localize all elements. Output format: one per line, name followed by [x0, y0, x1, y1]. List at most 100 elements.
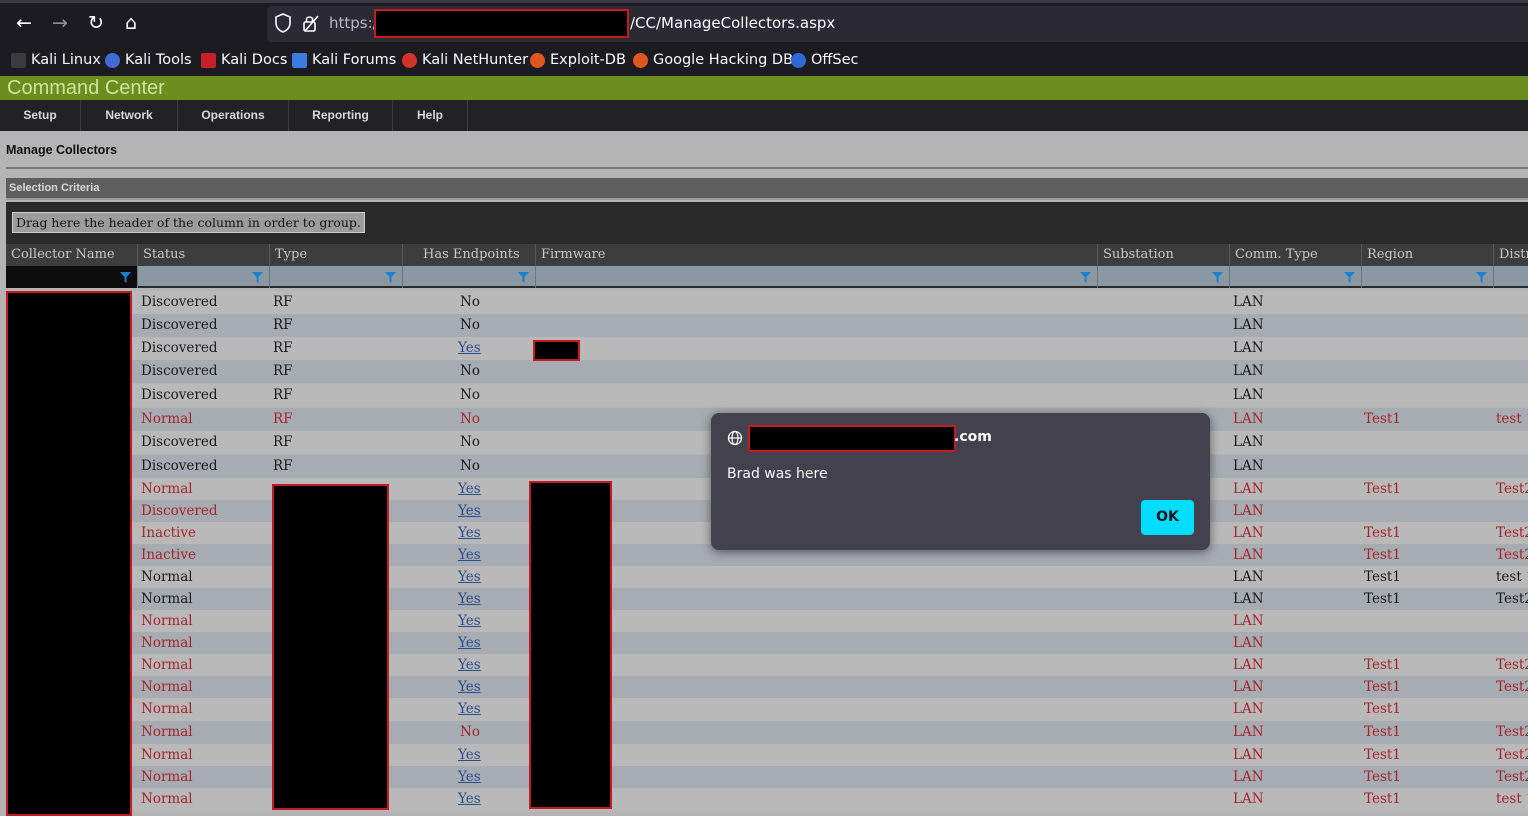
cell-endpoints[interactable]: Yes — [458, 569, 481, 585]
app-title: Command Center — [7, 77, 165, 99]
table-row[interactable]: Normal Yes LAN Test1 Test2 — [6, 588, 1528, 611]
table-row[interactable]: Normal No LAN Test1 Test2 — [6, 721, 1528, 744]
bookmark-google-hacking-db[interactable]: Google Hacking DB — [633, 50, 793, 70]
col-substation[interactable]: Substation — [1098, 244, 1230, 266]
cell-status: Discovered — [141, 434, 218, 450]
cell-type: RF — [273, 340, 293, 356]
cell-status: Normal — [141, 769, 193, 785]
bookmark-kali-linux[interactable]: Kali Linux — [11, 50, 101, 70]
table-row[interactable]: Discovered RF No LAN — [6, 360, 1528, 383]
cell-endpoints[interactable]: Yes — [458, 525, 481, 541]
selection-criteria-bar[interactable]: Selection Criteria — [6, 178, 1528, 200]
shield-icon[interactable] — [275, 13, 291, 33]
filter-cell-type[interactable] — [270, 266, 403, 288]
filter-cell-comm-type[interactable] — [1230, 266, 1362, 288]
filter-icon[interactable] — [1476, 272, 1487, 283]
forward-icon[interactable]: → — [47, 10, 73, 36]
col-comm-type[interactable]: Comm. Type — [1230, 244, 1362, 266]
bookmark-kali-docs[interactable]: Kali Docs — [201, 50, 287, 70]
cell-endpoints[interactable]: Yes — [458, 791, 481, 807]
table-row[interactable]: Discovered RF No LAN — [6, 314, 1528, 337]
cell-endpoints[interactable]: Yes — [458, 769, 481, 785]
filter-icon[interactable] — [120, 272, 131, 283]
kali-docs-icon — [201, 52, 216, 68]
filter-cell-has-endpoints[interactable] — [403, 266, 536, 288]
table-row[interactable]: Discovered RF No LAN — [6, 291, 1528, 314]
group-drop-zone[interactable]: Drag here the header of the column in or… — [6, 202, 1528, 244]
cell-region: Test1 — [1364, 481, 1401, 497]
redacted-origin — [748, 425, 956, 452]
back-icon[interactable]: ← — [11, 10, 37, 36]
filter-icon[interactable] — [385, 272, 396, 283]
filter-cell-firmware[interactable] — [536, 266, 1098, 288]
cell-endpoints[interactable]: Yes — [458, 591, 481, 607]
cell-endpoints[interactable]: Yes — [458, 657, 481, 673]
cell-endpoints[interactable]: Yes — [458, 747, 481, 763]
filter-icon[interactable] — [1344, 272, 1355, 283]
cell-endpoints[interactable]: Yes — [458, 340, 481, 356]
filter-row — [6, 266, 1528, 288]
bookmark-exploit-db[interactable]: Exploit-DB — [530, 50, 626, 70]
menu-reporting[interactable]: Reporting — [289, 100, 393, 131]
table-row[interactable]: Normal Yes LAN Test1 test 1 — [6, 566, 1528, 589]
menu-network[interactable]: Network — [81, 100, 178, 131]
table-row[interactable]: Normal Yes LAN Test1 Test2 — [6, 676, 1528, 699]
menu-setup[interactable]: Setup — [0, 100, 81, 131]
home-icon[interactable]: ⌂ — [118, 10, 144, 36]
cell-status: Normal — [141, 569, 193, 585]
cell-district: test 1 — [1496, 791, 1528, 807]
ok-button[interactable]: OK — [1141, 500, 1194, 535]
cell-endpoints[interactable]: Yes — [458, 635, 481, 651]
bookmark-offsec[interactable]: OffSec — [791, 50, 859, 70]
table-row[interactable]: Normal Yes LAN — [6, 610, 1528, 633]
filter-cell-collector-name[interactable] — [6, 266, 138, 288]
cell-endpoints[interactable]: Yes — [458, 481, 481, 497]
table-row[interactable]: Normal Yes LAN Test1 Test2 — [6, 766, 1528, 789]
table-row[interactable]: Normal Yes LAN Test1 test 1 — [6, 788, 1528, 811]
filter-cell-district[interactable] — [1494, 266, 1528, 288]
filter-cell-status[interactable] — [138, 266, 270, 288]
filter-icon[interactable] — [1212, 272, 1223, 283]
cell-endpoints[interactable]: Yes — [458, 613, 481, 629]
cell-status: Normal — [141, 791, 193, 807]
col-collector-name[interactable]: Collector Name — [6, 244, 138, 266]
col-status[interactable]: Status — [138, 244, 270, 266]
cell-endpoints[interactable]: Yes — [458, 547, 481, 563]
bookmark-kali-forums[interactable]: Kali Forums — [292, 50, 396, 70]
table-row[interactable]: Normal Yes LAN — [6, 632, 1528, 655]
tab-strip-edge — [0, 0, 1528, 3]
cell-district: Test2 — [1496, 481, 1528, 497]
filter-icon[interactable] — [1080, 272, 1091, 283]
ghdb-icon — [633, 52, 648, 68]
col-firmware[interactable]: Firmware — [536, 244, 1098, 266]
filter-icon[interactable] — [252, 272, 263, 283]
cell-status: Normal — [141, 724, 193, 740]
table-row[interactable]: Discovered RF No LAN — [6, 384, 1528, 407]
cell-endpoints[interactable]: Yes — [458, 679, 481, 695]
filter-icon[interactable] — [518, 272, 529, 283]
cell-district: Test2 — [1496, 657, 1528, 673]
cell-region: Test1 — [1364, 701, 1401, 717]
col-type[interactable]: Type — [270, 244, 403, 266]
dialog-message: Brad was here — [727, 466, 828, 482]
url-bar[interactable]: https:/ /CC/ManageCollectors.aspx — [267, 6, 1528, 42]
table-row[interactable]: Normal Yes LAN Test1 Test2 — [6, 654, 1528, 677]
cell-endpoints[interactable]: Yes — [458, 503, 481, 519]
col-has-endpoints[interactable]: Has Endpoints — [403, 244, 536, 266]
cell-region: Test1 — [1364, 791, 1401, 807]
cell-endpoints[interactable]: Yes — [458, 701, 481, 717]
table-row[interactable]: Normal Yes LAN Test1 Test2 — [6, 744, 1528, 767]
menu-operations[interactable]: Operations — [178, 100, 289, 131]
filter-cell-region[interactable] — [1362, 266, 1494, 288]
bookmark-kali-nethunter[interactable]: Kali NetHunter — [402, 50, 528, 70]
table-row[interactable]: Discovered RF Yes LAN — [6, 337, 1528, 360]
lock-icon[interactable] — [301, 13, 321, 33]
menu-help[interactable]: Help — [393, 100, 468, 131]
table-row[interactable]: Normal Yes LAN Test1 — [6, 698, 1528, 721]
col-region[interactable]: Region — [1362, 244, 1494, 266]
col-district[interactable]: Distr — [1494, 244, 1528, 266]
reload-icon[interactable]: ↻ — [83, 10, 109, 36]
cell-region: Test1 — [1364, 525, 1401, 541]
filter-cell-substation[interactable] — [1098, 266, 1230, 288]
bookmark-kali-tools[interactable]: Kali Tools — [105, 50, 192, 70]
